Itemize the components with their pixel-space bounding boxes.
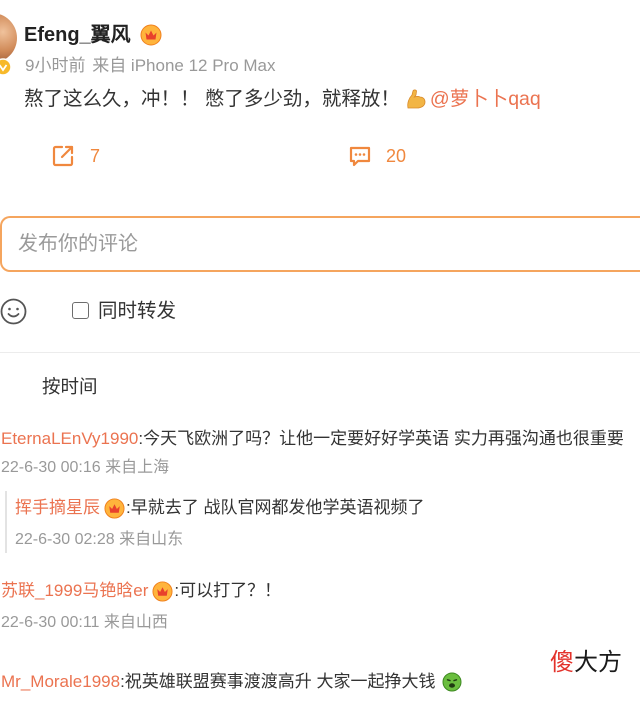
section-divider (0, 352, 640, 353)
comment-meta: 22-6-30 00:16 来自上海 (1, 459, 170, 476)
mention-link[interactable]: @萝卜卜qaq (430, 86, 541, 112)
comment-user[interactable]: Mr_Morale1998 (1, 670, 120, 694)
post-time[interactable]: 9小时前 (25, 56, 85, 75)
post-source: 来自 iPhone 12 Pro Max (92, 56, 276, 75)
post-meta: 9小时前 来自 iPhone 12 Pro Max (25, 55, 276, 77)
vip-badge-icon[interactable] (104, 497, 125, 519)
post-body: 熬了这么久，冲！！ 憋了多少劲，就释放！ @萝卜卜qaq (24, 86, 541, 112)
repost-icon (52, 145, 74, 167)
comment-icon (349, 146, 371, 167)
green-face-emoji-icon (442, 672, 462, 692)
repost-count: 7 (90, 146, 101, 166)
comment-button[interactable]: 20 (347, 143, 406, 169)
reply-meta: 22-6-30 02:28 来自山东 (15, 531, 184, 548)
post-author-name[interactable]: Efeng_翼风 (24, 22, 131, 48)
verified-badge (0, 58, 12, 76)
muscle-emoji-icon (407, 89, 426, 109)
comment-row: 苏联_1999马铯晗er :可以打了？！ (1, 579, 640, 603)
reply-text: :早就去了 战队官网都发他学英语视频了 (126, 498, 425, 517)
vip-badge-icon[interactable] (152, 580, 173, 602)
smile-icon[interactable] (0, 298, 27, 325)
verified-badge-icon (0, 58, 12, 76)
also-repost-label[interactable]: 同时转发 (98, 298, 176, 324)
reply-row: 挥手摘星辰 :早就去了 战队官网都发他学英语视频了 (15, 496, 640, 520)
reply-user[interactable]: 挥手摘星辰 (15, 496, 100, 520)
comment-user[interactable]: EternaLEnVy1990 (1, 427, 138, 451)
comment-input-box[interactable] (0, 216, 640, 272)
comment-user[interactable]: 苏联_1999马铯晗er (1, 579, 148, 603)
avatar[interactable] (0, 13, 17, 63)
sort-by-time[interactable]: 按时间 (42, 375, 98, 399)
comment-text: :可以打了？！ (174, 581, 282, 600)
comment-row: EternaLEnVy1990 :今天飞欧洲了吗？让他一定要好好学英语 实力再强… (1, 427, 640, 451)
post-text: 熬了这么久，冲！！ 憋了多少劲，就释放！ (24, 88, 400, 110)
comment-text: :今天飞欧洲了吗？让他一定要好好学英语 实力再强沟通也很重要 (138, 429, 624, 448)
watermark-char: 傻 (550, 649, 574, 676)
comment-input[interactable] (18, 218, 618, 270)
vip-badge-icon[interactable] (140, 24, 162, 46)
repost-button[interactable]: 7 (50, 143, 100, 169)
also-repost-checkbox[interactable] (72, 302, 89, 319)
avatar-image[interactable] (0, 13, 17, 63)
comment-text: :祝英雄联盟赛事渡渡高升 大家一起挣大钱 (120, 672, 436, 691)
watermark-rest: 大方 (574, 649, 622, 676)
comment-meta: 22-6-30 00:11 来自山西 (1, 614, 168, 631)
comment-count: 20 (386, 146, 407, 166)
watermark: 傻大方 (550, 648, 622, 678)
comment-row: Mr_Morale1998 :祝英雄联盟赛事渡渡高升 大家一起挣大钱 (1, 670, 640, 694)
reply-thread-line (5, 491, 7, 553)
